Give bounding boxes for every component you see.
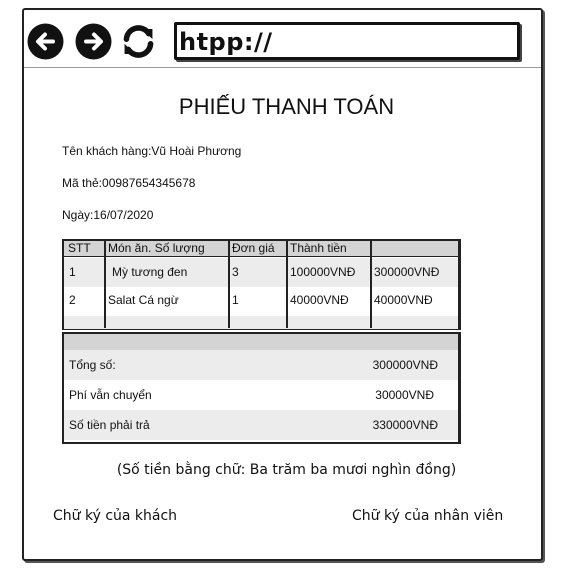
column-divider — [286, 241, 288, 328]
order-items-table: STT Món ăn. Số lượng Đơn giá Thành tiền … — [62, 239, 461, 330]
browser-window: htpp:// PHIẾU THANH TOÁN Tên khách hàng:… — [22, 8, 543, 561]
arrow-right-circle-icon — [75, 23, 112, 60]
address-bar[interactable]: htpp:// — [174, 22, 520, 60]
column-divider — [104, 241, 106, 328]
arrow-left-circle-icon — [27, 23, 64, 60]
amount-in-words: (Số tiền bằng chữ: Ba trăm ba mươi nghìn… — [116, 462, 457, 478]
table-row-empty — [64, 316, 458, 329]
cell-stt: 2 — [69, 293, 76, 307]
customer-name: Tên khách hàng:Vũ Hoài Phương — [62, 144, 242, 158]
table-row: 1 Mỳ tương đen 3 100000VNĐ 300000VNĐ — [64, 258, 458, 287]
summary-header-band — [64, 334, 458, 350]
reload-icon — [123, 25, 154, 58]
column-header-amount: Thành tiền — [290, 241, 347, 255]
column-divider — [370, 241, 372, 328]
summary-row-shipping: Phí vẫn chuyển 30000VNĐ — [64, 380, 458, 410]
forward-button[interactable] — [74, 22, 113, 61]
column-header-unit-price: Đơn giá — [232, 241, 275, 255]
cell-dish: Salat Cá ngừ — [108, 293, 179, 307]
table-row: 2 Salat Cá ngừ 1 40000VNĐ 40000VNĐ — [64, 287, 458, 316]
invoice-date: Ngày:16/07/2020 — [62, 208, 154, 222]
cell-stt: 1 — [69, 265, 76, 279]
payable-value: 330000VNĐ — [372, 418, 438, 432]
browser-toolbar: htpp:// — [24, 10, 541, 68]
cell-quantity: 3 — [232, 265, 239, 279]
back-button[interactable] — [26, 22, 65, 61]
shipping-label: Phí vẫn chuyển — [69, 388, 152, 402]
reload-button[interactable] — [119, 22, 158, 61]
page-title: PHIẾU THANH TOÁN — [178, 94, 395, 119]
total-value: 300000VNĐ — [372, 358, 438, 372]
column-header-stt: STT — [68, 241, 91, 255]
column-divider — [228, 241, 230, 328]
table-header-row: STT Món ăn. Số lượng Đơn giá Thành tiền — [64, 241, 458, 257]
staff-signature-label: Chữ ký của nhân viên — [352, 508, 504, 524]
address-bar-text: htpp:// — [179, 28, 273, 56]
column-header-dish: Món ăn. Số lượng — [108, 241, 205, 255]
shipping-value: 30000VNĐ — [375, 388, 434, 402]
cell-unit-price: 40000VNĐ — [290, 293, 349, 307]
customer-signature-label: Chữ ký của khách — [53, 508, 178, 524]
cell-dish: Mỳ tương đen — [112, 265, 188, 279]
cell-unit-price: 100000VNĐ — [290, 265, 356, 279]
summary-row-payable: Số tiền phải trả 330000VNĐ — [64, 410, 458, 440]
cell-amount: 300000VNĐ — [374, 265, 440, 279]
card-number: Mã thẻ:00987654345678 — [62, 176, 196, 190]
payment-summary: Tổng số: 300000VNĐ Phí vẫn chuyển 30000V… — [62, 332, 461, 444]
cell-quantity: 1 — [232, 293, 239, 307]
cell-amount: 40000VNĐ — [374, 293, 433, 307]
payable-label: Số tiền phải trả — [69, 418, 150, 432]
total-label: Tổng số: — [69, 358, 116, 372]
summary-row-total: Tổng số: 300000VNĐ — [64, 350, 458, 380]
